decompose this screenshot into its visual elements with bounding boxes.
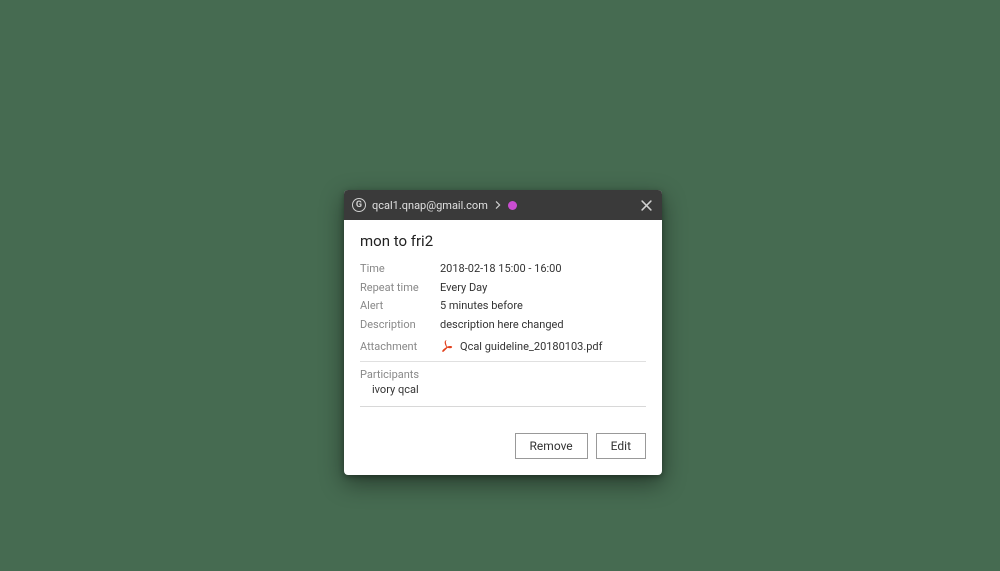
description-value: description here changed	[440, 316, 646, 334]
repeat-label: Repeat time	[360, 279, 440, 297]
attachment-label: Attachment	[360, 340, 440, 353]
remove-button[interactable]: Remove	[515, 433, 588, 459]
detail-row-description: Description description here changed	[360, 316, 646, 334]
calendar-color-dot	[508, 201, 517, 210]
chevron-right-icon	[494, 199, 502, 212]
divider	[360, 406, 646, 407]
time-value: 2018-02-18 15:00 - 16:00	[440, 260, 646, 278]
participants-label: Participants	[360, 368, 646, 381]
repeat-value: Every Day	[440, 279, 646, 297]
event-title: mon to fri2	[360, 232, 646, 250]
pdf-icon	[440, 339, 454, 353]
participant-name: ivory qcal	[360, 383, 646, 396]
alert-value: 5 minutes before	[440, 297, 646, 315]
detail-row-attachment: Attachment Qcal guideline_20180103.pdf	[360, 339, 646, 353]
modal-header: G qcal1.qnap@gmail.com	[344, 190, 662, 220]
event-detail-modal: G qcal1.qnap@gmail.com mon to fri2 Time …	[344, 190, 662, 475]
detail-row-repeat: Repeat time Every Day	[360, 279, 646, 297]
edit-button[interactable]: Edit	[596, 433, 646, 459]
time-label: Time	[360, 260, 440, 278]
detail-row-time: Time 2018-02-18 15:00 - 16:00	[360, 260, 646, 278]
modal-body: mon to fri2 Time 2018-02-18 15:00 - 16:0…	[344, 220, 662, 419]
participants-section: Participants ivory qcal	[360, 368, 646, 396]
close-button[interactable]	[638, 197, 654, 213]
attachment-link[interactable]: Qcal guideline_20180103.pdf	[440, 339, 602, 353]
divider	[360, 361, 646, 362]
description-label: Description	[360, 316, 440, 334]
alert-label: Alert	[360, 297, 440, 315]
detail-row-alert: Alert 5 minutes before	[360, 297, 646, 315]
google-icon: G	[352, 198, 366, 212]
attachment-filename: Qcal guideline_20180103.pdf	[460, 340, 602, 353]
account-label: qcal1.qnap@gmail.com	[372, 199, 488, 212]
modal-footer: Remove Edit	[344, 419, 662, 475]
